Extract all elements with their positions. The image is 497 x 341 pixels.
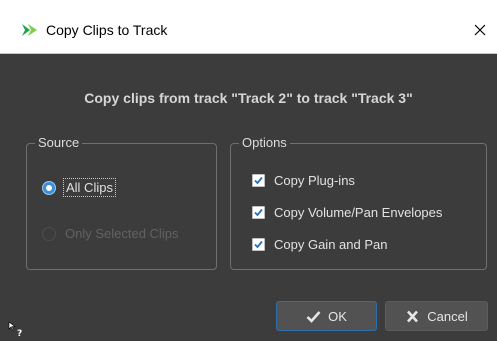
checkbox-label-copy-volume-pan-envelopes: Copy Volume/Pan Envelopes	[274, 205, 443, 220]
ok-button-label: OK	[328, 308, 347, 324]
checkbox-label-copy-gain-and-pan: Copy Gain and Pan	[274, 237, 388, 252]
checkbox-copy-gain-and-pan[interactable]: Copy Gain and Pan	[252, 237, 387, 252]
cancel-button-label: Cancel	[427, 308, 468, 324]
options-group: Options Copy Plug-ins Copy Volume/Pan En…	[230, 135, 487, 270]
checkbox[interactable]	[252, 206, 265, 219]
checkbox-copy-plugins[interactable]: Copy Plug-ins	[252, 173, 355, 188]
checkbox[interactable]	[252, 174, 265, 187]
source-legend: Source	[35, 135, 83, 150]
checkmark-icon	[254, 176, 263, 185]
ok-button[interactable]: OK	[276, 301, 377, 331]
title-bar: Copy Clips to Track	[0, 0, 497, 54]
window-title: Copy Clips to Track	[46, 22, 168, 38]
checkbox[interactable]	[252, 238, 265, 251]
steinberg-arrow-icon	[21, 22, 39, 38]
checkbox-label-copy-plugins: Copy Plug-ins	[274, 173, 355, 188]
checkmark-icon	[254, 240, 263, 249]
checkbox-copy-volume-pan-envelopes[interactable]: Copy Volume/Pan Envelopes	[252, 205, 442, 220]
x-icon	[405, 310, 420, 323]
dialog-heading: Copy clips from track "Track 2" to track…	[84, 90, 413, 106]
cancel-button[interactable]: Cancel	[385, 301, 488, 331]
radio-button-selected[interactable]	[42, 180, 56, 195]
checkmark-icon	[254, 208, 263, 217]
options-legend: Options	[239, 135, 290, 150]
radio-label-only-selected-clips: Only Selected Clips	[65, 226, 179, 241]
source-group: Source All Clips Only Selected Clips	[26, 135, 217, 270]
checkmark-icon	[306, 310, 321, 323]
radio-all-clips[interactable]: All Clips	[42, 178, 116, 197]
help-cursor-icon[interactable]: ?	[8, 321, 24, 339]
close-button[interactable]	[463, 10, 497, 50]
radio-button-disabled	[42, 226, 56, 241]
radio-label-all-clips: All Clips	[63, 178, 116, 197]
close-icon	[474, 24, 486, 36]
svg-text:?: ?	[17, 329, 22, 337]
radio-only-selected-clips: Only Selected Clips	[42, 226, 178, 241]
